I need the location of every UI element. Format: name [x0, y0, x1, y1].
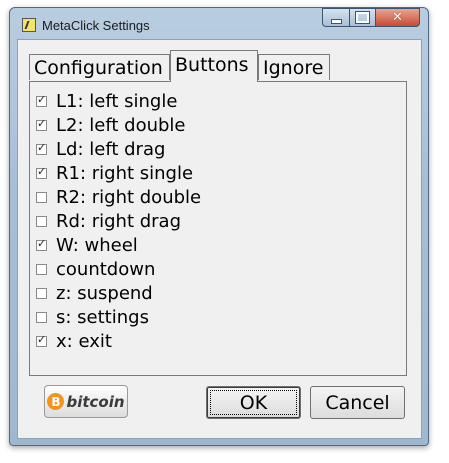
- bitcoin-label: bitcoin: [66, 392, 125, 411]
- title-bar[interactable]: MetaClick Settings ✕: [10, 8, 428, 40]
- option-row[interactable]: L2: left double: [36, 113, 201, 137]
- option-row[interactable]: x: exit: [36, 329, 201, 353]
- option-label: z: suspend: [56, 282, 153, 304]
- window-title: MetaClick Settings: [42, 18, 150, 33]
- option-label: W: wheel: [56, 234, 138, 256]
- tab-ignore[interactable]: Ignore: [258, 54, 330, 80]
- option-row[interactable]: L1: left single: [36, 89, 201, 113]
- option-label: L1: left single: [56, 90, 178, 112]
- option-label: s: settings: [56, 306, 149, 328]
- option-row[interactable]: Rd: right drag: [36, 209, 201, 233]
- button-options-list: L1: left singleL2: left doubleLd: left d…: [36, 89, 201, 353]
- maximize-button[interactable]: [349, 8, 375, 27]
- minimize-button[interactable]: [322, 8, 349, 27]
- option-label: Rd: right drag: [56, 210, 182, 232]
- minimize-icon: [330, 18, 342, 24]
- close-button[interactable]: ✕: [375, 8, 420, 27]
- option-row[interactable]: z: suspend: [36, 281, 201, 305]
- option-row[interactable]: countdown: [36, 257, 201, 281]
- option-label: x: exit: [56, 330, 112, 352]
- focus-rectangle: [210, 390, 297, 415]
- cancel-label: Cancel: [325, 391, 390, 414]
- metaclick-app-icon[interactable]: [22, 18, 36, 32]
- tab-buttons[interactable]: Buttons: [170, 50, 258, 82]
- option-checkbox[interactable]: [36, 117, 47, 131]
- option-label: L2: left double: [56, 114, 186, 136]
- option-checkbox[interactable]: [36, 333, 47, 347]
- option-row[interactable]: s: settings: [36, 305, 201, 329]
- option-label: countdown: [56, 258, 156, 280]
- close-icon: ✕: [392, 10, 403, 25]
- bitcoin-icon: B: [47, 393, 65, 410]
- option-checkbox[interactable]: [36, 165, 47, 179]
- option-label: R2: right double: [56, 186, 202, 208]
- option-checkbox[interactable]: [36, 311, 47, 323]
- ok-button[interactable]: OK: [206, 386, 301, 419]
- option-checkbox[interactable]: [36, 93, 47, 107]
- tab-configuration[interactable]: Configuration: [29, 54, 170, 80]
- option-row[interactable]: Ld: left drag: [36, 137, 201, 161]
- cancel-button[interactable]: Cancel: [310, 386, 405, 419]
- option-row[interactable]: R2: right double: [36, 185, 201, 209]
- option-row[interactable]: W: wheel: [36, 233, 201, 257]
- option-checkbox[interactable]: [36, 191, 47, 203]
- option-row[interactable]: R1: right single: [36, 161, 201, 185]
- option-checkbox[interactable]: [36, 287, 47, 299]
- dialog-client-area: Configuration Buttons Ignore L1: left si…: [17, 39, 422, 439]
- option-checkbox[interactable]: [36, 263, 47, 275]
- option-label: R1: right single: [56, 162, 194, 184]
- maximize-icon: [355, 11, 370, 24]
- option-checkbox[interactable]: [36, 141, 47, 155]
- option-checkbox[interactable]: [36, 215, 47, 227]
- option-label: Ld: left drag: [56, 138, 166, 160]
- option-checkbox[interactable]: [36, 237, 47, 251]
- bitcoin-donate-button[interactable]: B bitcoin: [44, 385, 128, 418]
